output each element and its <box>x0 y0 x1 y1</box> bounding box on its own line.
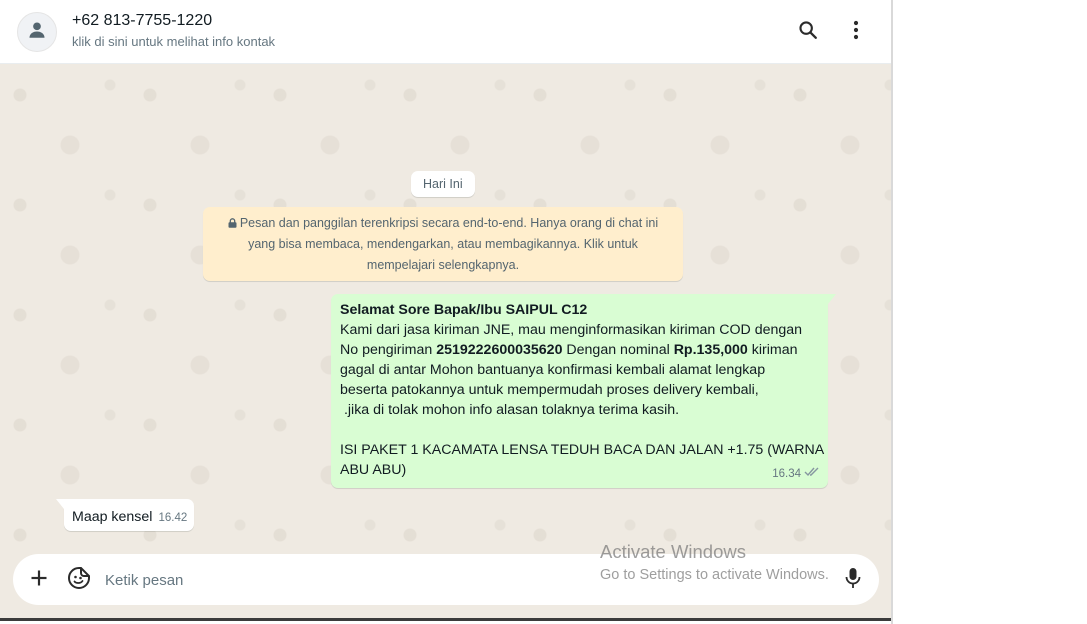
date-divider: Hari Ini <box>411 171 475 197</box>
attach-button[interactable] <box>26 567 52 593</box>
message-line: Kami dari jasa kiriman JNE, mau menginfo… <box>340 322 803 338</box>
message-line: No pengiriman 2519222600035620 Dengan no… <box>340 342 798 358</box>
more-vertical-icon <box>853 20 859 45</box>
lock-icon <box>228 214 237 228</box>
outgoing-message-bubble[interactable]: Selamat Sore Bapak/Ibu SAIPUL C12 Kami d… <box>331 294 836 488</box>
message-time: 16.42 <box>158 512 188 524</box>
message-line: ABU ABU) <box>340 462 407 478</box>
tracking-number: 2519222600035620 <box>436 342 563 358</box>
encryption-notice-line-2: yang bisa membaca, mendengarkan, atau me… <box>248 237 638 251</box>
message-greeting: Selamat Sore Bapak/Ibu SAIPUL C12 <box>340 302 588 318</box>
encryption-notice-line-3: mempelajari selengkapnya. <box>366 258 520 272</box>
search-button[interactable] <box>793 17 823 47</box>
contact-name: +62 813-7755-1220 <box>72 12 213 29</box>
person-icon <box>26 19 48 46</box>
incoming-message-bubble[interactable]: Maap kensel 16.42 <box>55 499 195 531</box>
message-line: ISI PAKET 1 KACAMATA LENSA TEDUH BACA DA… <box>340 442 825 458</box>
chat-header[interactable]: +62 813-7755-1220 klik di sini untuk mel… <box>0 0 891 64</box>
voice-message-button[interactable] <box>840 567 866 593</box>
encryption-notice[interactable]: Pesan dan panggilan terenkripsi secara e… <box>203 207 683 281</box>
incoming-message-text: Maap kensel <box>72 509 153 525</box>
composer <box>0 552 891 618</box>
sticker-button[interactable] <box>66 566 92 595</box>
message-line: gagal di antar Mohon bantuanya konfirmas… <box>340 362 766 378</box>
message-input[interactable] <box>105 568 585 592</box>
search-icon <box>797 19 819 46</box>
contact-avatar[interactable] <box>17 12 57 52</box>
message-list[interactable]: Hari Ini Pesan dan panggilan terenkripsi… <box>0 65 891 552</box>
message-input-bar[interactable] <box>13 554 879 605</box>
plus-icon <box>30 569 48 592</box>
message-line: beserta patokannya untuk mempermudah pro… <box>340 382 759 398</box>
encryption-notice-line-1: Pesan dan panggilan terenkripsi secara e… <box>217 213 669 234</box>
cod-amount: Rp.135,000 <box>673 342 748 358</box>
contact-info-hint: klik di sini untuk melihat info kontak <box>72 34 276 49</box>
message-time: 16.34 <box>772 468 801 480</box>
mic-icon <box>845 567 861 594</box>
whatsapp-chat-window: +62 813-7755-1220 klik di sini untuk mel… <box>0 0 893 624</box>
message-line: .jika di tolak mohon info alasan tolakny… <box>340 402 680 418</box>
message-meta: 16.34 <box>772 464 820 484</box>
contact-info[interactable]: +62 813-7755-1220 klik di sini untuk mel… <box>72 11 275 52</box>
sticker-icon <box>67 566 91 595</box>
taskbar-edge <box>0 618 891 624</box>
menu-button[interactable] <box>841 17 871 47</box>
double-check-icon <box>804 464 820 484</box>
